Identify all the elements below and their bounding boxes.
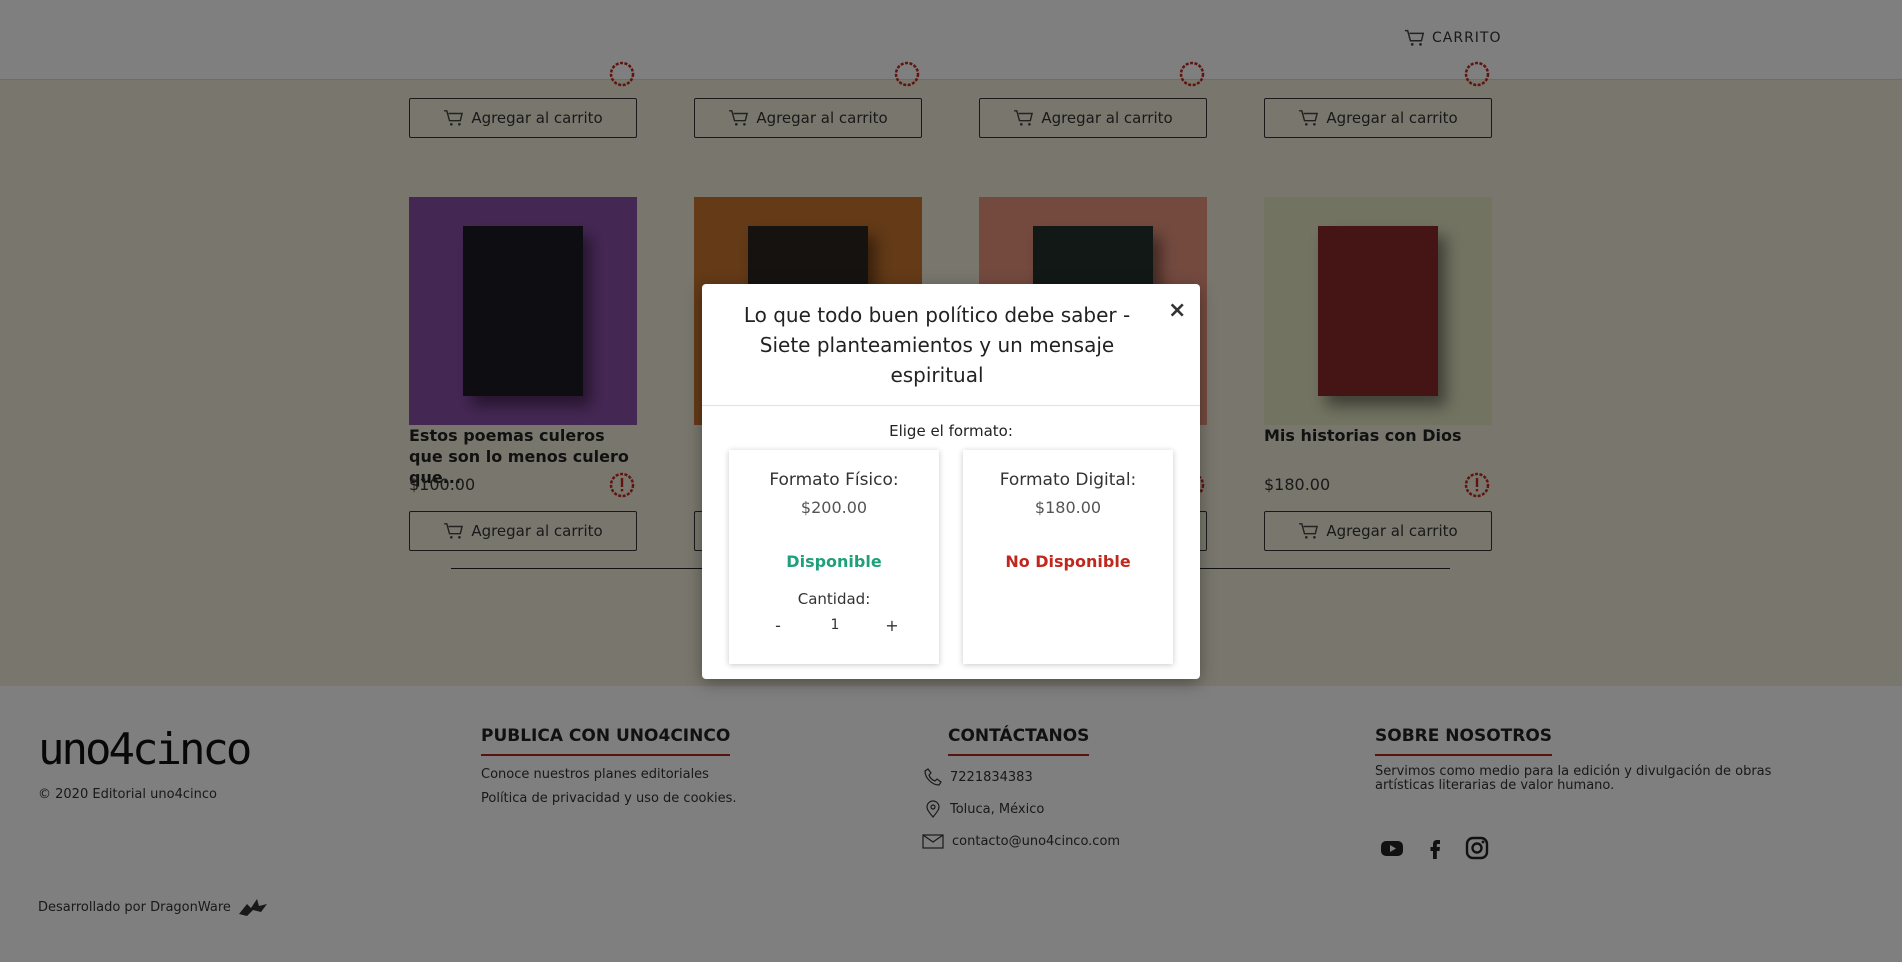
digital-format-card[interactable]: Formato Digital: $180.00 No Disponible <box>963 450 1173 664</box>
format-price: $180.00 <box>1034 498 1102 517</box>
format-name: Formato Físico: <box>769 470 899 490</box>
physical-format-card[interactable]: Formato Físico: $200.00 Disponible Canti… <box>729 450 939 664</box>
close-icon[interactable]: × <box>1168 298 1186 323</box>
availability-status: No Disponible <box>1005 552 1131 571</box>
format-selection-modal: Lo que todo buen político debe saber - S… <box>702 284 1200 679</box>
availability-status: Disponible <box>786 552 882 571</box>
format-price: $200.00 <box>800 498 868 517</box>
quantity-label: Cantidad: <box>797 590 871 608</box>
format-name: Formato Digital: <box>999 470 1137 490</box>
increase-quantity-button[interactable]: + <box>879 612 905 638</box>
modal-divider <box>702 405 1200 406</box>
modal-title: Lo que todo buen político debe saber - S… <box>743 303 1131 387</box>
decrease-quantity-button[interactable]: - <box>765 612 791 638</box>
quantity-stepper: - + <box>765 612 905 638</box>
quantity-input[interactable] <box>810 617 860 633</box>
choose-format-label: Elige el formato: <box>889 422 1013 440</box>
